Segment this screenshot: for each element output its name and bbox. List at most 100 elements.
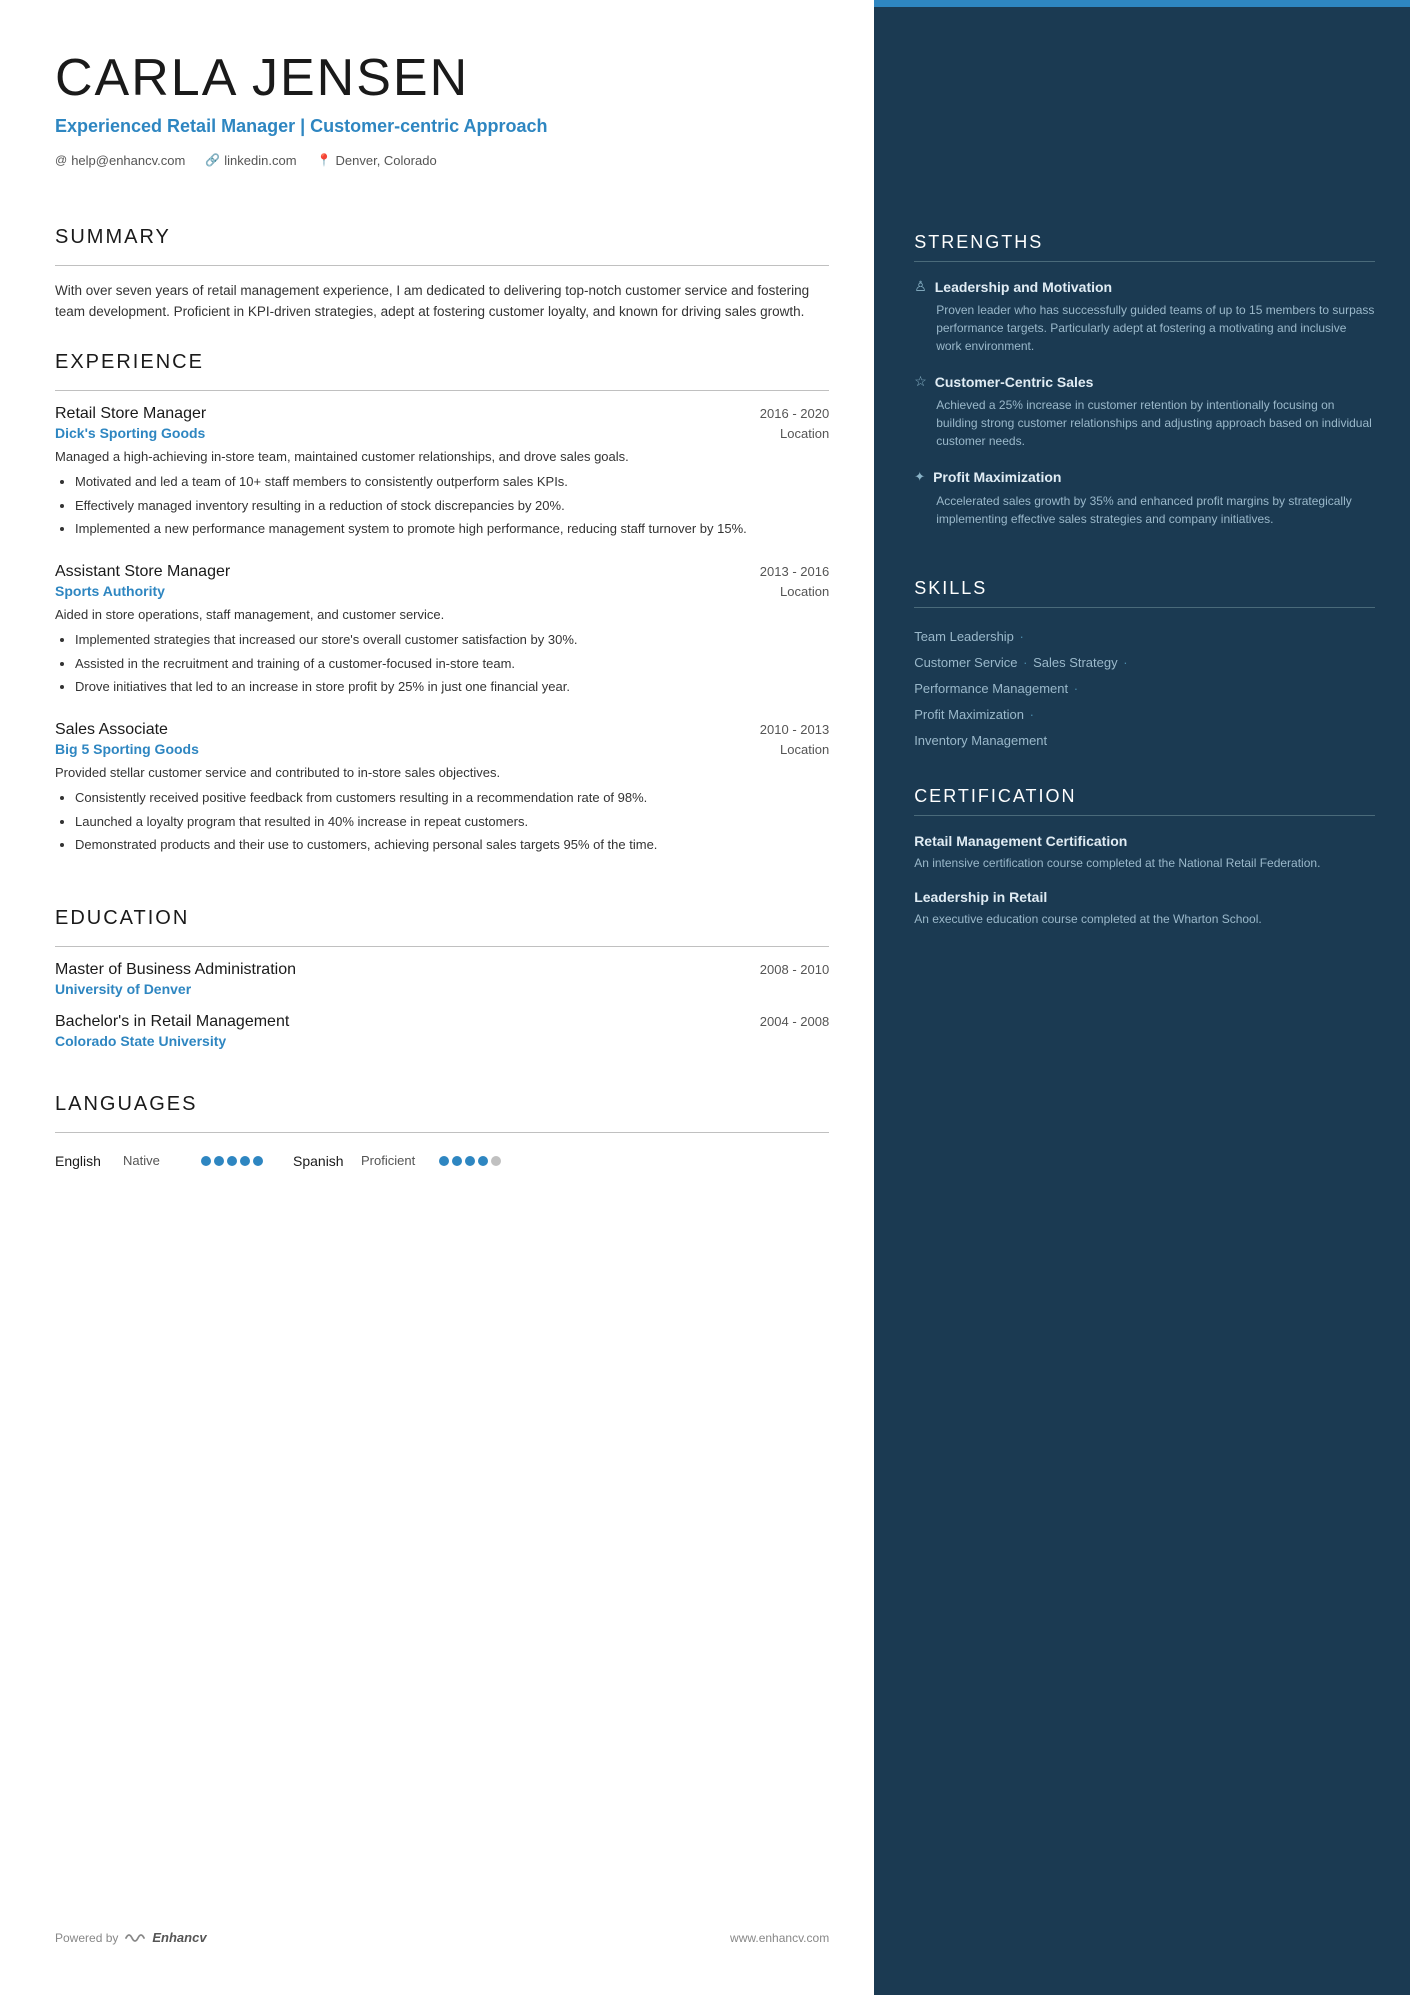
job-location: Location	[780, 742, 829, 757]
dot-5	[253, 1156, 263, 1166]
language-item: English Native	[55, 1153, 263, 1169]
job-location: Location	[780, 426, 829, 441]
language-dots	[201, 1156, 263, 1166]
job-title: Assistant Store Manager	[55, 563, 230, 581]
strength-header: ☆ Customer-Centric Sales	[914, 373, 1375, 391]
job-header: Assistant Store Manager 2013 - 2016	[55, 563, 829, 581]
email-contact: @ help@enhancv.com	[55, 153, 185, 168]
experience-title: EXPERIENCE	[55, 351, 829, 374]
skills-divider	[914, 607, 1375, 608]
edu-dates: 2008 - 2010	[760, 962, 829, 977]
resume-header: CARLA JENSEN Experienced Retail Manager …	[55, 50, 829, 168]
skills-list: Team Leadership · Customer Service · Sal…	[914, 624, 1375, 754]
skill-separator: ·	[1020, 655, 1032, 670]
job-company-line: Sports Authority Location	[55, 583, 829, 599]
job-dates: 2013 - 2016	[760, 564, 829, 579]
job-company-line: Dick's Sporting Goods Location	[55, 425, 829, 441]
job-company-line: Big 5 Sporting Goods Location	[55, 741, 829, 757]
job-item: Retail Store Manager 2016 - 2020 Dick's …	[55, 405, 829, 543]
candidate-subtitle: Experienced Retail Manager | Customer-ce…	[55, 115, 829, 138]
languages-title: LANGUAGES	[55, 1093, 829, 1116]
education-item: Bachelor's in Retail Management 2004 - 2…	[55, 1013, 829, 1049]
email-value: help@enhancv.com	[71, 153, 185, 168]
edu-school: University of Denver	[55, 981, 829, 997]
cert-item: Leadership in Retail An executive educat…	[914, 888, 1375, 928]
job-bullets: Implemented strategies that increased ou…	[55, 630, 829, 697]
strength-desc: Accelerated sales growth by 35% and enha…	[914, 492, 1375, 528]
powered-by-text: Powered by	[55, 1931, 118, 1945]
skill-item: Sales Strategy	[1033, 655, 1118, 670]
footer-website: www.enhancv.com	[730, 1931, 829, 1945]
strength-item: ♙ Leadership and Motivation Proven leade…	[914, 278, 1375, 355]
job-header: Retail Store Manager 2016 - 2020	[55, 405, 829, 423]
dot-5	[491, 1156, 501, 1166]
dot-1	[201, 1156, 211, 1166]
strength-desc: Achieved a 25% increase in customer rete…	[914, 396, 1375, 450]
dot-3	[227, 1156, 237, 1166]
job-header: Sales Associate 2010 - 2013	[55, 721, 829, 739]
cert-name: Retail Management Certification	[914, 832, 1375, 850]
job-company: Dick's Sporting Goods	[55, 425, 205, 441]
languages-divider	[55, 1132, 829, 1133]
page-footer: Powered by Enhancv www.enhancv.com	[55, 1900, 829, 1945]
skill-item: Performance Management	[914, 681, 1068, 696]
language-dots	[439, 1156, 501, 1166]
skills-title: SKILLS	[914, 578, 1375, 599]
job-location: Location	[780, 584, 829, 599]
job-dates: 2016 - 2020	[760, 406, 829, 421]
bullet-item: Drove initiatives that led to an increas…	[75, 677, 829, 697]
certification-divider	[914, 815, 1375, 816]
skill-item: Customer Service	[914, 655, 1017, 670]
skill-separator: ·	[1070, 681, 1078, 696]
strength-item: ✦ Profit Maximization Accelerated sales …	[914, 468, 1375, 527]
job-description: Managed a high-achieving in-store team, …	[55, 447, 829, 467]
strength-header: ♙ Leadership and Motivation	[914, 278, 1375, 296]
linkedin-contact: 🔗 linkedin.com	[205, 153, 296, 168]
edu-header: Bachelor's in Retail Management 2004 - 2…	[55, 1013, 829, 1031]
chart-icon: ✦	[914, 469, 925, 485]
bullet-item: Launched a loyalty program that resulted…	[75, 812, 829, 832]
language-level: Proficient	[361, 1153, 431, 1168]
dot-1	[439, 1156, 449, 1166]
candidate-name: CARLA JENSEN	[55, 50, 829, 107]
bullet-item: Consistently received positive feedback …	[75, 788, 829, 808]
footer-left: Powered by Enhancv	[55, 1930, 207, 1945]
top-accent-bar	[874, 0, 1410, 7]
strength-title: Customer-Centric Sales	[935, 373, 1094, 391]
skill-separator: ·	[1026, 707, 1034, 722]
enhancv-logo-icon	[124, 1931, 146, 1945]
edu-degree: Bachelor's in Retail Management	[55, 1013, 289, 1031]
edu-degree: Master of Business Administration	[55, 961, 296, 979]
location-icon: 📍	[317, 153, 332, 167]
skill-item: Team Leadership	[914, 629, 1014, 644]
dot-3	[465, 1156, 475, 1166]
bullet-item: Demonstrated products and their use to c…	[75, 835, 829, 855]
job-description: Aided in store operations, staff managem…	[55, 605, 829, 625]
dot-2	[214, 1156, 224, 1166]
language-name: English	[55, 1153, 115, 1169]
job-title: Retail Store Manager	[55, 405, 206, 423]
skill-separator: ·	[1120, 655, 1128, 670]
strength-item: ☆ Customer-Centric Sales Achieved a 25% …	[914, 373, 1375, 450]
lightbulb-icon: ♙	[914, 279, 927, 296]
bullet-item: Assisted in the recruitment and training…	[75, 654, 829, 674]
summary-text: With over seven years of retail manageme…	[55, 280, 829, 323]
language-name: Spanish	[293, 1153, 353, 1169]
cert-name: Leadership in Retail	[914, 888, 1375, 906]
language-level: Native	[123, 1153, 193, 1168]
strength-header: ✦ Profit Maximization	[914, 468, 1375, 486]
certification-title: CERTIFICATION	[914, 786, 1375, 807]
job-company: Sports Authority	[55, 583, 165, 599]
bullet-item: Motivated and led a team of 10+ staff me…	[75, 472, 829, 492]
linkedin-value: linkedin.com	[224, 153, 296, 168]
job-title: Sales Associate	[55, 721, 168, 739]
skill-item: Inventory Management	[914, 733, 1047, 748]
dot-2	[452, 1156, 462, 1166]
job-item: Assistant Store Manager 2013 - 2016 Spor…	[55, 563, 829, 701]
edu-dates: 2004 - 2008	[760, 1014, 829, 1029]
strength-title: Leadership and Motivation	[935, 278, 1112, 296]
education-item: Master of Business Administration 2008 -…	[55, 961, 829, 997]
skill-item: Profit Maximization	[914, 707, 1024, 722]
bullet-item: Implemented a new performance management…	[75, 519, 829, 539]
dot-4	[478, 1156, 488, 1166]
